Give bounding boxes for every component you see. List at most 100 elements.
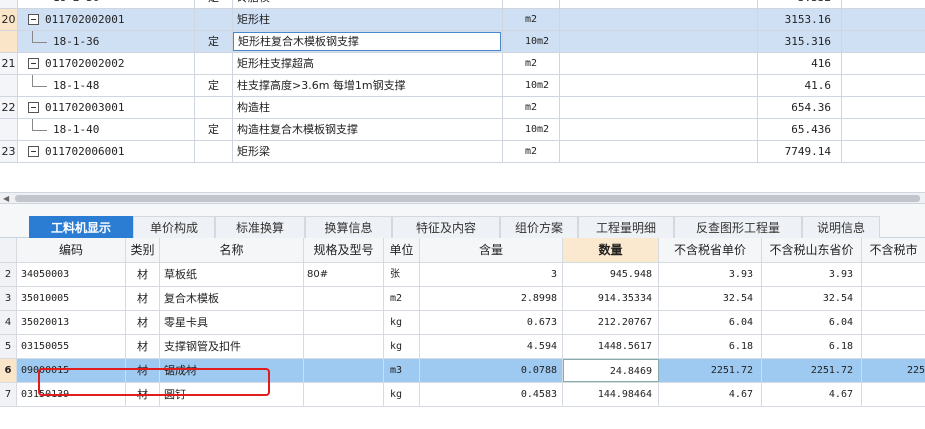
city-price-cell[interactable]	[862, 335, 925, 358]
tab-5[interactable]: 特征及内容	[392, 216, 500, 238]
content-cell[interactable]: 4.594	[420, 335, 563, 358]
code-cell[interactable]: 18-1-40	[18, 119, 195, 140]
code-cell[interactable]: 011702002002	[18, 53, 195, 74]
table-row[interactable]: 2 34050003 材草板纸 80# 张 3 945.948 3.93 3.93	[0, 263, 925, 287]
tab-7[interactable]: 工程量明细	[578, 216, 674, 238]
tab-8[interactable]: 反查图形工程量	[674, 216, 802, 238]
tab-9[interactable]: 说明信息	[802, 216, 880, 238]
name-cell[interactable]: 构造柱	[233, 97, 503, 118]
name-cell[interactable]: 支撑钢管及扣件	[160, 335, 304, 358]
expression-cell[interactable]	[560, 9, 758, 30]
collapse-icon[interactable]	[28, 145, 39, 157]
name-header[interactable]: 名称	[160, 238, 304, 262]
unit-cell[interactable]: kg	[384, 311, 420, 334]
expression-cell[interactable]	[560, 0, 758, 8]
spec-cell[interactable]	[304, 287, 384, 310]
unit-header[interactable]: 单位	[384, 238, 420, 262]
shandong-price-cell[interactable]: 32.54	[762, 287, 862, 310]
quantity-cell[interactable]: 144.98464	[563, 383, 659, 406]
expression-cell[interactable]	[560, 31, 758, 52]
quantity-cell[interactable]: 945.948	[563, 263, 659, 286]
spec-cell[interactable]	[304, 335, 384, 358]
unit-cell[interactable]: kg	[384, 335, 420, 358]
expression-cell[interactable]	[560, 119, 758, 140]
shandong-price-cell[interactable]: 3.93	[762, 263, 862, 286]
unit-cell[interactable]: 张	[384, 263, 420, 286]
content-cell[interactable]: 0.673	[420, 311, 563, 334]
province-price-cell[interactable]: 3.93	[659, 263, 762, 286]
shandong-price-header[interactable]: 不含税山东省价	[762, 238, 862, 262]
code-cell[interactable]: 34050003	[17, 263, 126, 286]
code-cell[interactable]: 35020013	[17, 311, 126, 334]
row-number-header[interactable]	[0, 238, 17, 262]
province-price-cell[interactable]: 32.54	[659, 287, 762, 310]
type-cell[interactable]: 材	[126, 335, 160, 358]
city-price-header[interactable]: 不含税市	[862, 238, 925, 262]
name-cell[interactable]: 柱支撑高度>3.6m 每增1m钢支撑	[233, 75, 503, 96]
code-cell[interactable]: 011702002001	[18, 9, 195, 30]
quantity-header[interactable]: 数量	[563, 238, 659, 262]
list-item-child[interactable]: 18-2-36 定砖胎模10m2 3.332	[0, 0, 925, 9]
code-cell[interactable]: 011702006001	[18, 141, 195, 162]
table-row[interactable]: 4 35020013 材零星卡具 kg 0.673 212.20767 6.04 6.04	[0, 311, 925, 335]
spec-header[interactable]: 规格及型号	[304, 238, 384, 262]
name-cell[interactable]: 构造柱复合木模板钢支撑	[233, 119, 503, 140]
content-cell[interactable]: 0.0788	[420, 359, 563, 382]
name-edit-field[interactable]: 矩形柱复合木模板钢支撑	[233, 32, 501, 51]
content-cell[interactable]: 3	[420, 263, 563, 286]
list-item-child[interactable]: 18-1-40 定构造柱复合木模板钢支撑 10m2 65.436	[0, 119, 925, 141]
tab-1[interactable]: 工料机显示	[29, 216, 133, 238]
name-cell[interactable]: 砖胎模	[233, 0, 503, 8]
list-item-child[interactable]: 18-1-36 定矩形柱复合木模板钢支撑 10m2 315.316	[0, 31, 925, 53]
expression-cell[interactable]	[560, 97, 758, 118]
quantity-cell[interactable]: 24.8469	[563, 359, 659, 382]
name-cell[interactable]: 矩形柱	[233, 9, 503, 30]
name-cell[interactable]: 草板纸	[160, 263, 304, 286]
expression-cell[interactable]	[560, 53, 758, 74]
province-price-cell[interactable]: 6.04	[659, 311, 762, 334]
quantity-cell[interactable]: 1448.5617	[563, 335, 659, 358]
quantity-cell[interactable]: 914.35334	[563, 287, 659, 310]
scrollbar-thumb[interactable]	[15, 195, 920, 202]
tab-6[interactable]: 组价方案	[500, 216, 578, 238]
table-row[interactable]: 5 03150055 材支撑钢管及扣件 kg 4.594 1448.5617 6.18 6.1…	[0, 335, 925, 359]
quantity-cell[interactable]: 212.20767	[563, 311, 659, 334]
expression-cell[interactable]	[560, 141, 758, 162]
name-cell[interactable]: 复合木模板	[160, 287, 304, 310]
content-cell[interactable]: 0.4583	[420, 383, 563, 406]
list-item-parent[interactable]: 20 011702002001 矩形柱 m2 3153.16	[0, 9, 925, 31]
list-item-child[interactable]: 18-1-48 定柱支撑高度>3.6m 每增1m钢支撑 10m2 41.6	[0, 75, 925, 97]
spec-cell[interactable]	[304, 311, 384, 334]
scroll-left-icon[interactable]: ◀	[3, 194, 9, 203]
horizontal-scrollbar[interactable]: ◀	[0, 192, 925, 204]
content-cell[interactable]: 2.8998	[420, 287, 563, 310]
province-price-cell[interactable]: 4.67	[659, 383, 762, 406]
expression-cell[interactable]	[560, 75, 758, 96]
city-price-cell[interactable]	[862, 383, 925, 406]
type-header[interactable]: 类别	[126, 238, 160, 262]
code-header[interactable]: 编码	[17, 238, 126, 262]
table-row[interactable]: 3 35010005 材复合木模板 m2 2.8998 914.35334 32.54 32.…	[0, 287, 925, 311]
unit-cell[interactable]: m2	[384, 287, 420, 310]
shandong-price-cell[interactable]: 2251.72	[762, 359, 862, 382]
city-price-cell[interactable]	[862, 311, 925, 334]
spec-cell[interactable]	[304, 359, 384, 382]
city-price-cell[interactable]	[862, 287, 925, 310]
province-price-header[interactable]: 不含税省单价	[659, 238, 762, 262]
city-price-cell[interactable]: 225	[862, 359, 925, 382]
code-cell[interactable]: 35010005	[17, 287, 126, 310]
tab-3[interactable]: 标准换算	[215, 216, 305, 238]
city-price-cell[interactable]	[862, 263, 925, 286]
type-cell[interactable]: 材	[126, 311, 160, 334]
spec-cell[interactable]	[304, 383, 384, 406]
collapse-icon[interactable]	[28, 13, 39, 25]
name-cell[interactable]: 矩形柱复合木模板钢支撑	[233, 31, 503, 52]
content-header[interactable]: 含量	[420, 238, 563, 262]
type-cell[interactable]: 材	[126, 287, 160, 310]
shandong-price-cell[interactable]: 6.04	[762, 311, 862, 334]
shandong-price-cell[interactable]: 4.67	[762, 383, 862, 406]
unit-cell[interactable]: m3	[384, 359, 420, 382]
collapse-icon[interactable]	[28, 101, 39, 113]
name-cell[interactable]: 矩形梁	[233, 141, 503, 162]
code-cell[interactable]: 03150055	[17, 335, 126, 358]
